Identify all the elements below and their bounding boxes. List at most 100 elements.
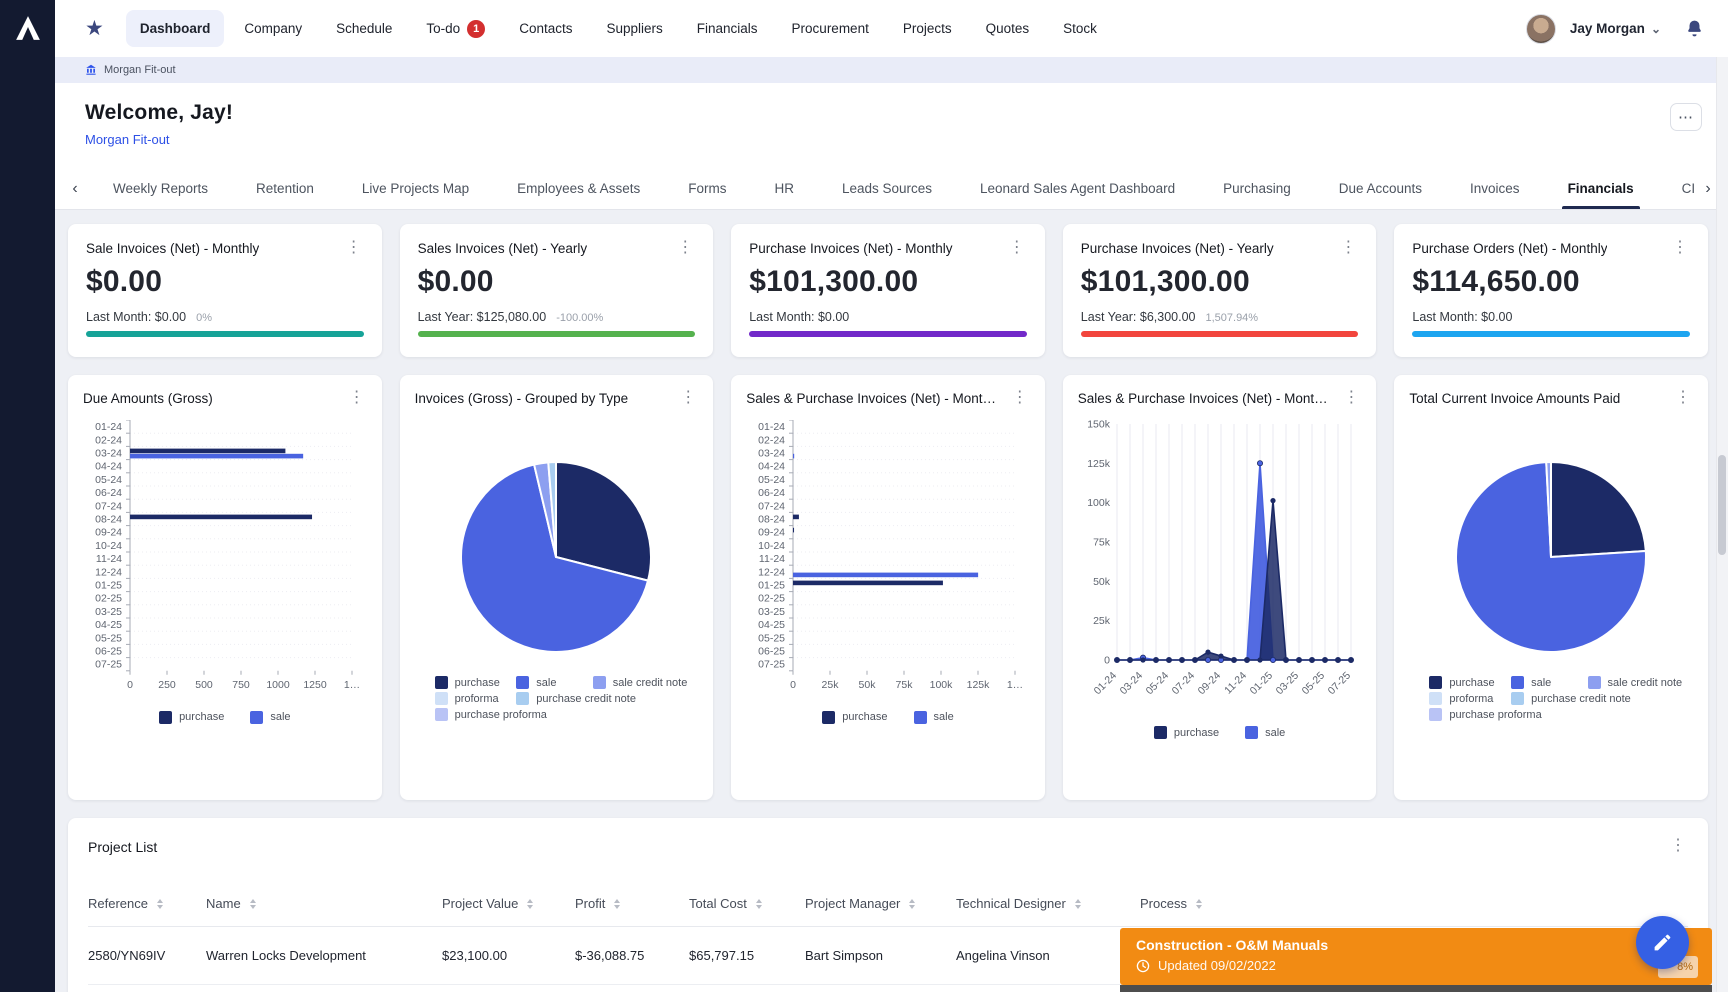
column-header-total-cost[interactable]: Total Cost xyxy=(689,896,805,911)
kebab-menu-icon[interactable]: ⋮ xyxy=(1007,241,1027,255)
svg-text:03-25: 03-25 xyxy=(1273,670,1301,698)
kpi-percent: -100.00% xyxy=(556,312,603,324)
kpi-sub-label: Last Year: $125,080.00 xyxy=(418,310,547,324)
tab-live-projects-map[interactable]: Live Projects Map xyxy=(338,168,493,209)
tab-leads-sources[interactable]: Leads Sources xyxy=(818,168,956,209)
kebab-menu-icon[interactable]: ⋮ xyxy=(1338,241,1358,255)
column-header-technical-designer[interactable]: Technical Designer xyxy=(956,896,1140,911)
column-header-project-value[interactable]: Project Value xyxy=(442,896,575,911)
tab-forms[interactable]: Forms xyxy=(664,168,750,209)
column-header-project-manager[interactable]: Project Manager xyxy=(805,896,956,911)
nav-item-quotes[interactable]: Quotes xyxy=(972,10,1044,47)
user-menu[interactable]: Jay Morgan ⌄ xyxy=(1570,21,1661,36)
page-title: Welcome, Jay! xyxy=(85,101,1700,125)
cell-name: Warren Locks Development xyxy=(206,948,442,963)
svg-text:03-24: 03-24 xyxy=(1117,670,1145,698)
kebab-menu-icon[interactable]: ⋮ xyxy=(344,241,364,255)
kebab-menu-icon[interactable]: ⋮ xyxy=(675,241,695,255)
svg-text:05-25: 05-25 xyxy=(758,632,785,644)
legend-swatch xyxy=(159,711,172,724)
nav-item-suppliers[interactable]: Suppliers xyxy=(592,10,676,47)
cell-technical-designer: Angelina Vinson xyxy=(956,948,1140,963)
kebab-menu-icon[interactable]: ⋮ xyxy=(1673,391,1693,405)
scrollbar-thumb[interactable] xyxy=(1718,455,1726,555)
sort-icon xyxy=(614,899,620,909)
header-more-button[interactable]: ⋯ xyxy=(1670,103,1702,131)
nav-item-company[interactable]: Company xyxy=(230,10,316,47)
kpi-card-purchase-invoices-monthly: Purchase Invoices (Net) - Monthly⋮ $101,… xyxy=(731,224,1045,357)
svg-text:75k: 75k xyxy=(1093,537,1111,549)
archdesk-logo-icon xyxy=(13,13,43,43)
tabs-scroll-left[interactable]: ‹ xyxy=(61,168,89,209)
svg-text:01-24: 01-24 xyxy=(95,421,122,433)
sales-purchase-area-chart: 025k50k75k100k125k150k01-2403-2405-2407-… xyxy=(1078,406,1362,790)
nav-item-procurement[interactable]: Procurement xyxy=(778,10,883,47)
kpi-value: $101,300.00 xyxy=(749,265,1027,299)
kebab-menu-icon[interactable]: ⋮ xyxy=(347,391,367,405)
legend-item: sale credit note xyxy=(593,676,698,689)
legend-swatch xyxy=(1511,676,1524,689)
svg-text:0: 0 xyxy=(1104,655,1110,667)
notifications-bell-icon[interactable] xyxy=(1685,19,1704,38)
kebab-menu-icon[interactable]: ⋮ xyxy=(1010,391,1030,405)
app-logo[interactable] xyxy=(0,0,55,55)
kpi-sub-label: Last Month: $0.00 xyxy=(1412,310,1512,324)
svg-text:06-24: 06-24 xyxy=(758,487,785,499)
kebab-menu-icon[interactable]: ⋮ xyxy=(678,391,698,405)
kebab-menu-icon[interactable]: ⋮ xyxy=(1668,839,1688,853)
svg-text:09-24: 09-24 xyxy=(758,527,785,539)
nav-item-financials[interactable]: Financials xyxy=(683,10,772,47)
svg-text:125k: 125k xyxy=(967,679,991,691)
svg-text:07-25: 07-25 xyxy=(95,659,122,671)
building-icon xyxy=(85,64,97,76)
svg-text:1…: 1… xyxy=(344,679,360,691)
svg-text:04-24: 04-24 xyxy=(758,461,785,473)
tab-cis[interactable]: CIS Do xyxy=(1658,168,1694,209)
svg-text:150k: 150k xyxy=(1087,419,1111,431)
tab-purchasing[interactable]: Purchasing xyxy=(1199,168,1315,209)
tab-financials[interactable]: Financials xyxy=(1544,168,1658,209)
nav-item-stock[interactable]: Stock xyxy=(1049,10,1111,47)
tab-due-accounts[interactable]: Due Accounts xyxy=(1315,168,1446,209)
tab-weekly-reports[interactable]: Weekly Reports xyxy=(89,168,232,209)
kpi-value: $0.00 xyxy=(86,265,364,299)
pencil-icon xyxy=(1652,932,1673,953)
kpi-percent: 0% xyxy=(196,312,212,324)
nav-item-todo[interactable]: To-do1 xyxy=(412,9,499,49)
nav-item-schedule[interactable]: Schedule xyxy=(322,10,406,47)
svg-text:03-24: 03-24 xyxy=(758,448,785,460)
column-header-profit[interactable]: Profit xyxy=(575,896,689,911)
clock-icon xyxy=(1136,959,1150,973)
svg-text:04-25: 04-25 xyxy=(758,619,785,631)
toast-updated: Updated 09/02/2022 xyxy=(1158,958,1276,973)
svg-text:02-25: 02-25 xyxy=(95,593,122,605)
favorite-star-icon[interactable]: ★ xyxy=(85,16,104,41)
sales-purchase-bar-chart: 01-2402-2403-2404-2405-2406-2407-2408-24… xyxy=(746,406,1030,790)
kebab-menu-icon[interactable]: ⋮ xyxy=(1670,241,1690,255)
breadcrumb[interactable]: Morgan Fit-out xyxy=(55,57,1728,83)
column-header-name[interactable]: Name xyxy=(206,896,442,911)
svg-text:11-24: 11-24 xyxy=(96,553,122,565)
kebab-menu-icon[interactable]: ⋮ xyxy=(1341,391,1361,405)
tab-leonard-sales-agent-dashboard[interactable]: Leonard Sales Agent Dashboard xyxy=(956,168,1199,209)
dashboard-tabs: ‹ Weekly Reports Retention Live Projects… xyxy=(55,168,1728,210)
column-header-process[interactable]: Process xyxy=(1140,896,1688,911)
kpi-accent-bar xyxy=(1081,331,1359,337)
nav-item-dashboard[interactable]: Dashboard xyxy=(126,10,225,47)
project-link[interactable]: Morgan Fit-out xyxy=(85,132,170,147)
invoices-by-type-pie-chart: purchasesalesale credit noteproformapurc… xyxy=(415,406,699,790)
notification-toast[interactable]: Construction - O&M Manuals Updated 09/02… xyxy=(1120,928,1712,985)
nav-item-contacts[interactable]: Contacts xyxy=(505,10,586,47)
tab-hr[interactable]: HR xyxy=(750,168,818,209)
edit-fab-button[interactable] xyxy=(1636,916,1689,969)
nav-item-projects[interactable]: Projects xyxy=(889,10,966,47)
svg-text:01-24: 01-24 xyxy=(1091,670,1119,698)
chevron-down-icon: ⌄ xyxy=(1651,22,1661,36)
todo-count-badge: 1 xyxy=(467,20,485,38)
tab-employees-assets[interactable]: Employees & Assets xyxy=(493,168,664,209)
column-header-reference[interactable]: Reference xyxy=(88,896,206,911)
kpi-row: Sale Invoices (Net) - Monthly⋮ $0.00 Las… xyxy=(68,224,1708,357)
avatar[interactable] xyxy=(1526,14,1556,44)
tab-invoices[interactable]: Invoices xyxy=(1446,168,1544,209)
tab-retention[interactable]: Retention xyxy=(232,168,338,209)
